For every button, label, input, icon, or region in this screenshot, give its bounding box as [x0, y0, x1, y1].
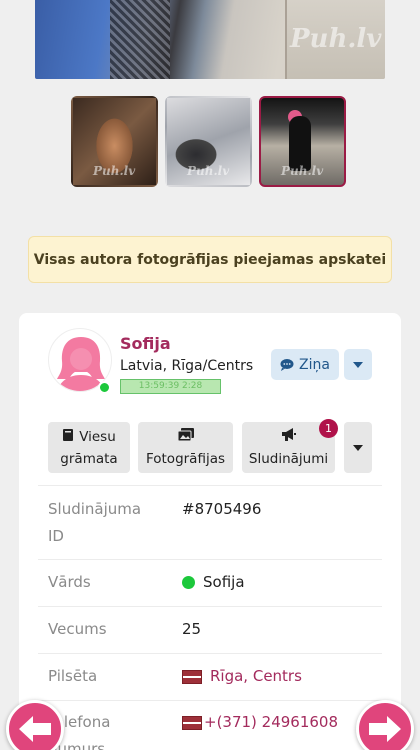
photo-watermark: Puh.lv	[290, 24, 382, 54]
detail-label: Sludinājuma ID	[48, 500, 142, 545]
book-icon	[63, 428, 74, 441]
detail-value-ad-id: #8705496	[182, 500, 262, 518]
caret-down-icon	[353, 444, 363, 451]
detail-value-name: Sofija	[182, 569, 245, 596]
detail-value-phone[interactable]: +(371) 24961608	[182, 709, 338, 736]
detail-row-ad-id: Sludinājuma ID #8705496	[38, 485, 382, 559]
online-status-dot	[98, 381, 111, 394]
profile-name[interactable]: Sofija	[120, 334, 171, 353]
profile-card: Sofija Latvia, Rīga/Centrs 13:59:39 2:28…	[19, 313, 401, 750]
thumbnail-watermark: Puh.lv	[187, 164, 230, 178]
tab-more-dropdown[interactable]	[344, 422, 372, 473]
tab-ads-label: Sludinājumi	[248, 450, 329, 467]
detail-value-age: 25	[182, 620, 202, 638]
online-status-dot	[182, 576, 195, 589]
thumbnail-watermark: Puh.lv	[281, 164, 324, 178]
message-dropdown-button[interactable]	[344, 349, 372, 380]
photo-content	[289, 116, 311, 171]
detail-label: Vārds	[48, 573, 91, 591]
caret-down-icon	[353, 361, 363, 368]
thumbnail-watermark: Puh.lv	[93, 164, 136, 178]
thumbnail-1[interactable]: Puh.lv	[71, 96, 158, 187]
all-photos-notice: Visas autora fotogrāfijas pieejamas apsk…	[28, 236, 392, 283]
last-seen-badge: 13:59:39 2:28	[120, 379, 221, 394]
detail-value-name-text: Sofija	[203, 573, 245, 591]
detail-row-phone: Telefona numurs +(371) 24961608	[38, 700, 382, 750]
arrow-left-icon	[19, 716, 51, 742]
message-button[interactable]: Ziņa	[271, 349, 339, 380]
tab-guestbook-label-1: Viesu	[79, 428, 116, 445]
message-button-label: Ziņa	[299, 356, 330, 373]
tab-photos-label: Fotogrāfijas	[145, 450, 226, 467]
detail-value-city-text: Rīga, Centrs	[210, 667, 302, 685]
detail-row-name: Vārds Sofija	[38, 559, 382, 606]
thumbnail-strip: Puh.lv Puh.lv Puh.lv	[71, 96, 346, 187]
detail-row-city: Pilsēta Rīga, Centrs	[38, 653, 382, 700]
tab-guestbook[interactable]: Viesu grāmata	[48, 422, 130, 473]
megaphone-icon	[281, 427, 296, 441]
tab-guestbook-label-2: grāmata	[60, 450, 118, 467]
detail-label: Vecums	[48, 620, 107, 638]
images-icon	[177, 427, 194, 441]
detail-row-age: Vecums 25	[38, 606, 382, 653]
detail-label: Pilsēta	[48, 667, 98, 685]
tab-photos[interactable]: Fotogrāfijas	[138, 422, 233, 473]
profile-location: Latvia, Rīga/Centrs	[120, 358, 254, 374]
main-photo[interactable]: Puh.lv	[35, 0, 385, 79]
latvia-flag-icon	[182, 669, 202, 684]
next-profile-button[interactable]	[356, 700, 414, 750]
ads-count-badge: 1	[319, 419, 338, 438]
notice-text: Visas autora fotogrāfijas pieejamas apsk…	[33, 251, 387, 268]
arrow-right-icon	[369, 716, 401, 742]
thumbnail-2[interactable]: Puh.lv	[165, 96, 252, 187]
photo-content	[110, 0, 170, 79]
latvia-flag-icon	[182, 715, 202, 730]
detail-value-phone-text: +(371) 24961608	[204, 713, 339, 731]
chat-icon	[280, 359, 294, 371]
detail-value-city[interactable]: Rīga, Centrs	[182, 663, 302, 690]
previous-profile-button[interactable]	[6, 700, 64, 750]
thumbnail-3-selected[interactable]: Puh.lv	[259, 96, 346, 187]
